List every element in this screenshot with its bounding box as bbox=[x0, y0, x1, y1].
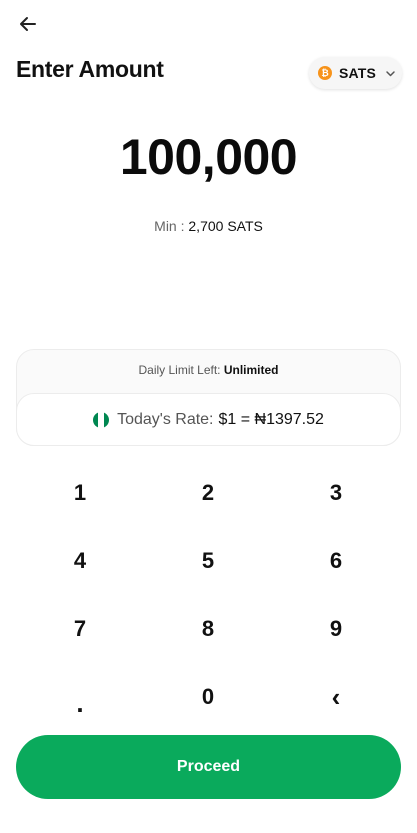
page-title: Enter Amount bbox=[16, 56, 164, 82]
daily-limit: Daily Limit Left: Unlimited bbox=[17, 363, 400, 377]
key-2[interactable]: 2 bbox=[158, 460, 258, 526]
key-9[interactable]: 9 bbox=[286, 596, 386, 662]
key-7[interactable]: 7 bbox=[30, 596, 130, 662]
backspace-key[interactable]: ‹ bbox=[286, 664, 386, 730]
minimum-label: Min : bbox=[154, 218, 189, 234]
currency-selector[interactable]: ₿ SATS bbox=[309, 57, 402, 89]
back-button[interactable] bbox=[14, 10, 42, 38]
key-0[interactable]: 0 bbox=[158, 664, 258, 730]
minimum-value: 2,700 SATS bbox=[188, 218, 263, 234]
key-6[interactable]: 6 bbox=[286, 528, 386, 594]
amount-display: 100,000 bbox=[119, 129, 298, 185]
proceed-button[interactable]: Proceed bbox=[16, 735, 401, 799]
enter-amount-screen: Enter Amount ₿ SATS 100,000 Min : 2,700 … bbox=[0, 0, 417, 833]
minimum-amount: Min : 2,700 SATS bbox=[0, 218, 417, 234]
rate-label: Today's Rate: bbox=[117, 410, 214, 428]
currency-label: SATS bbox=[339, 65, 377, 81]
exchange-rate: Today's Rate: $1 = ₦1397.52 bbox=[16, 393, 401, 446]
key-1[interactable]: 1 bbox=[30, 460, 130, 526]
key-8[interactable]: 8 bbox=[158, 596, 258, 662]
nigeria-flag-icon bbox=[93, 411, 110, 428]
arrow-left-icon bbox=[20, 17, 36, 31]
key-4[interactable]: 4 bbox=[30, 528, 130, 594]
chevron-down-icon bbox=[385, 68, 396, 79]
limit-rate-card: Daily Limit Left: Unlimited Today's Rate… bbox=[16, 349, 401, 446]
key-5[interactable]: 5 bbox=[158, 528, 258, 594]
daily-limit-value: Unlimited bbox=[223, 363, 279, 377]
rate-value: $1 = ₦1397.52 bbox=[218, 410, 324, 428]
key-decimal[interactable]: . bbox=[30, 670, 130, 736]
key-3[interactable]: 3 bbox=[286, 460, 386, 526]
daily-limit-label: Daily Limit Left: bbox=[138, 363, 224, 377]
bitcoin-icon: ₿ bbox=[318, 66, 332, 80]
